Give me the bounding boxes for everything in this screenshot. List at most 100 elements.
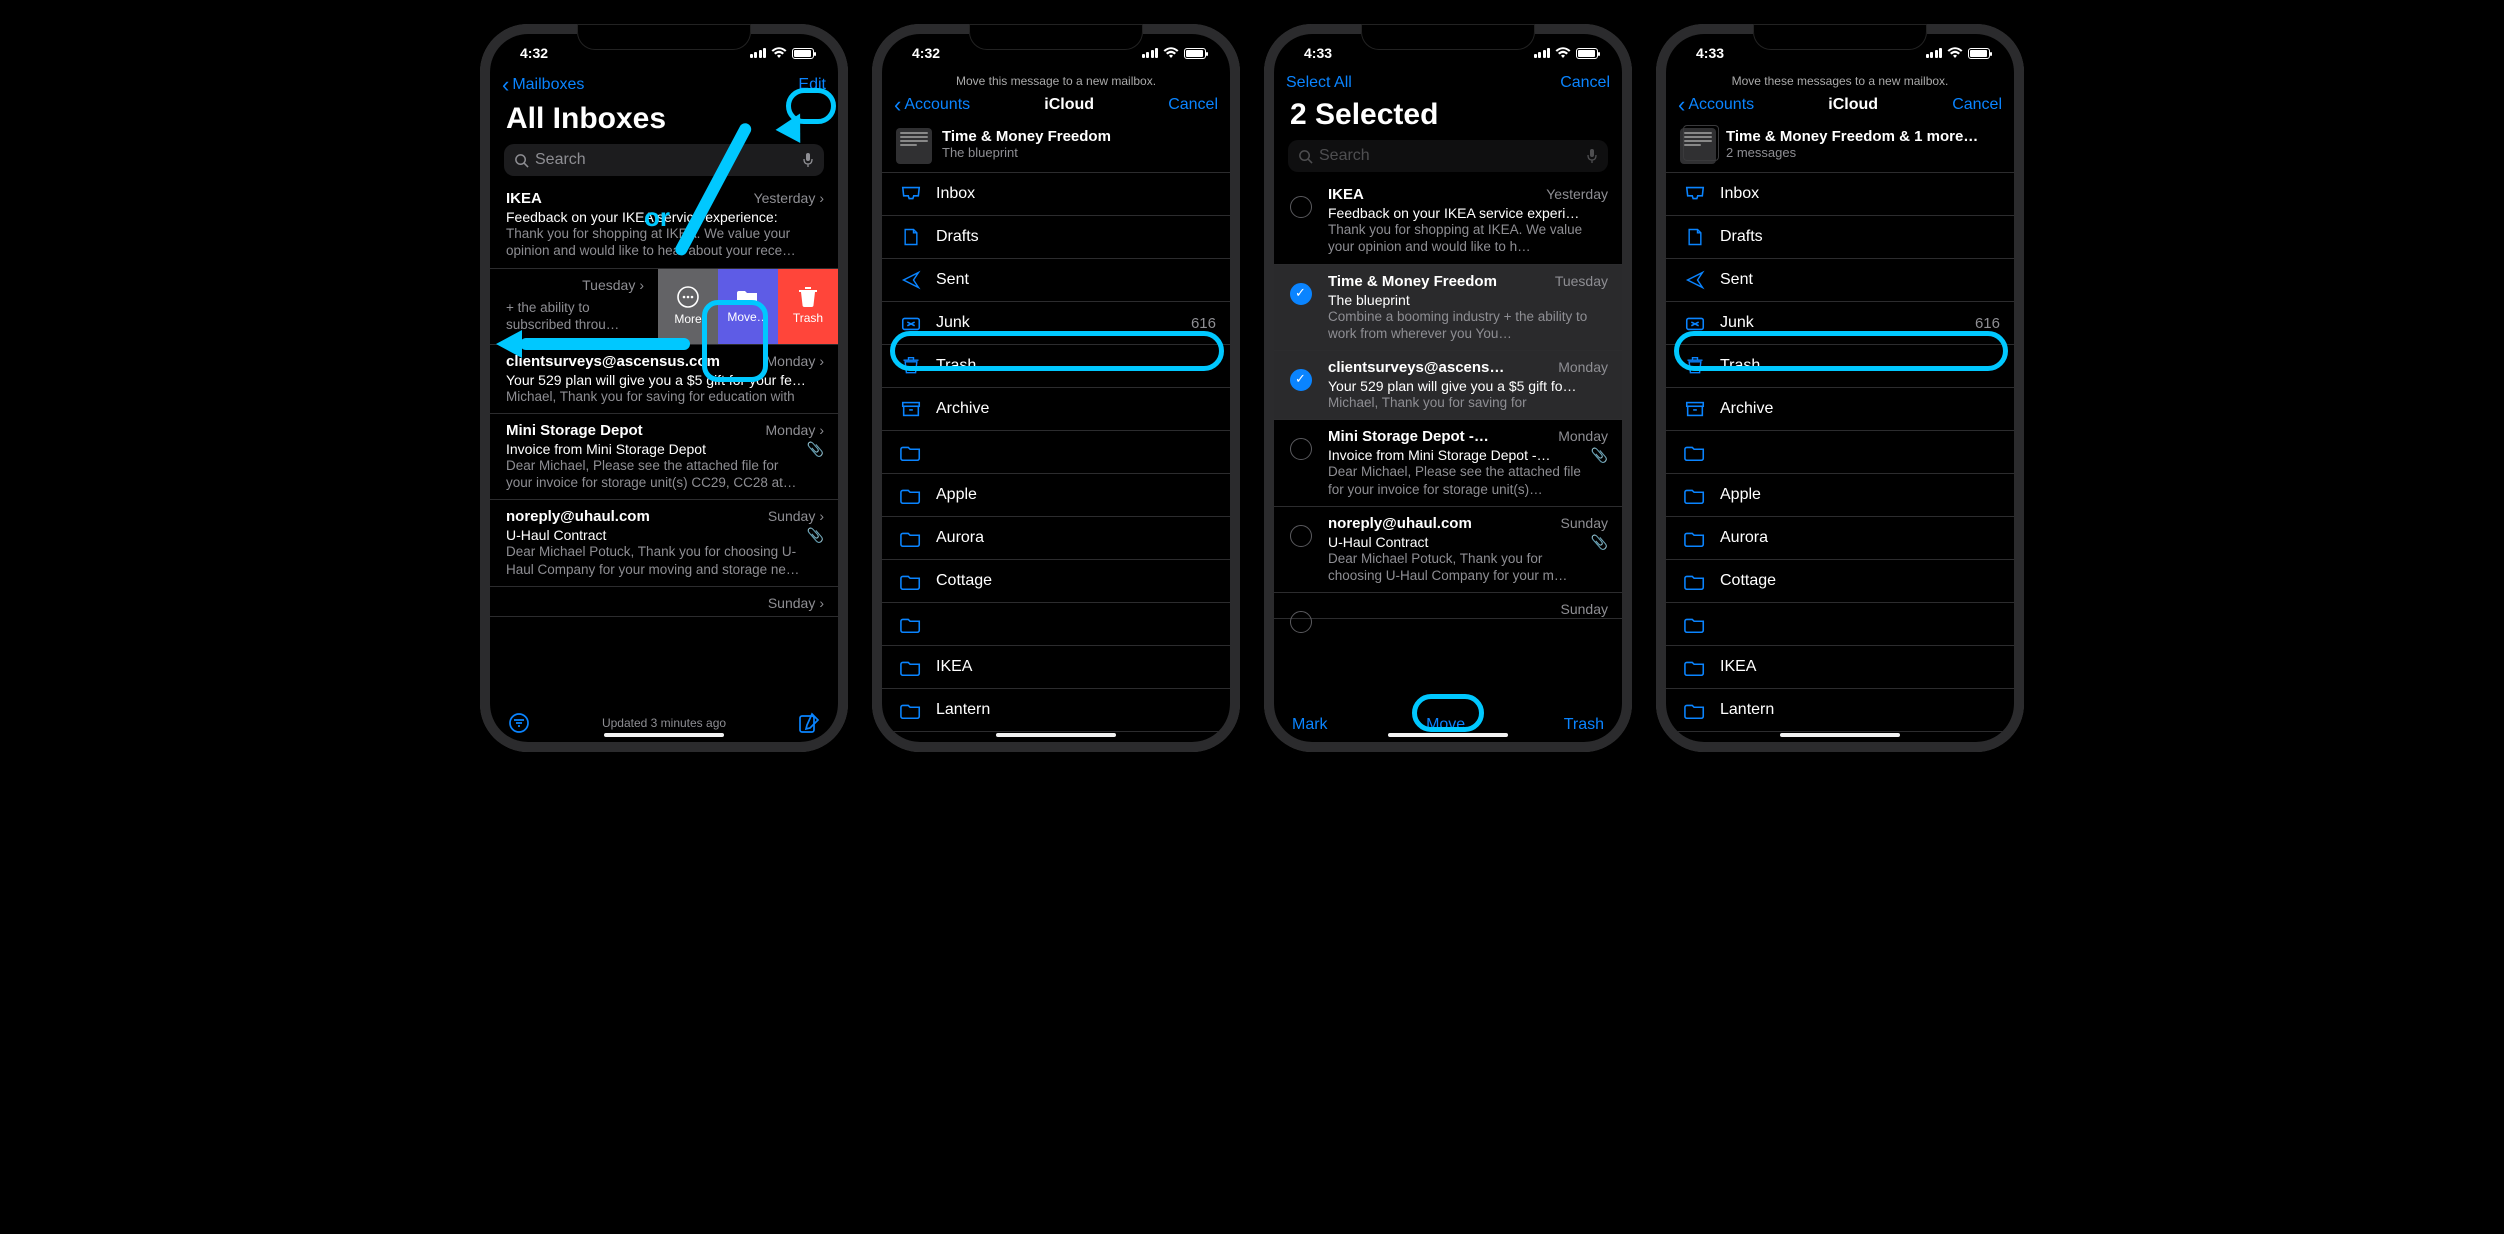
mailbox-lantern[interactable]: Lantern	[882, 689, 1230, 732]
mailbox-folder[interactable]	[1666, 603, 2014, 646]
clock: 4:33	[1696, 45, 1724, 61]
back-button[interactable]: ‹Mailboxes	[502, 74, 584, 96]
select-circle[interactable]	[1290, 283, 1312, 305]
mailbox-ikea[interactable]: IKEA	[1666, 646, 2014, 689]
chevron-right-icon: ›	[639, 277, 644, 293]
mailbox-list[interactable]: InboxDraftsSentJunk616 Trash Archive Apple A…	[882, 173, 1230, 742]
mailbox-trash[interactable]: Trash	[882, 345, 1230, 388]
select-circle[interactable]	[1290, 611, 1312, 633]
mailbox-drafts[interactable]: Drafts	[1666, 216, 2014, 259]
attachment-icon: 📎	[807, 441, 824, 458]
select-circle[interactable]	[1290, 438, 1312, 460]
date: Sunday	[768, 595, 815, 611]
mailbox-label: Aurora	[1720, 529, 1768, 547]
sender: Mini Storage Depot	[506, 422, 643, 439]
notch	[577, 24, 751, 50]
back-label: Mailboxes	[512, 76, 584, 94]
phone-1: 4:32 ‹Mailboxes Edit All Inboxes Search …	[480, 24, 848, 752]
edit-button[interactable]: Edit	[798, 76, 826, 94]
trash-button[interactable]: Trash	[1564, 716, 1604, 734]
mailbox-inbox[interactable]: Inbox	[882, 173, 1230, 216]
cell-signal-icon	[1142, 48, 1159, 58]
mailbox-label: Aurora	[936, 529, 984, 547]
select-circle[interactable]	[1290, 525, 1312, 547]
sender: noreply@uhaul.com	[1328, 515, 1472, 532]
mailbox-label: Lantern	[1720, 701, 1774, 719]
mailbox-folder[interactable]	[882, 603, 1230, 646]
preview: Dear Michael, Please see the attached fi…	[506, 457, 807, 492]
mailbox-aurora[interactable]: Aurora	[1666, 517, 2014, 560]
list-item[interactable]: Mini Storage Depot Monday› Invoice from …	[490, 414, 838, 501]
mailbox-label: Junk	[1720, 314, 1754, 332]
mailbox-junk[interactable]: Junk616	[882, 302, 1230, 345]
cancel-button[interactable]: Cancel	[1952, 96, 2002, 114]
date: Yesterday	[1546, 186, 1608, 202]
mailbox-trash[interactable]: Trash	[1666, 345, 2014, 388]
mailbox-folder[interactable]	[1666, 431, 2014, 474]
mailbox-cottage[interactable]: Cottage	[1666, 560, 2014, 603]
hint-text: Move these messages to a new mailbox.	[1732, 74, 1949, 88]
mailbox-label: IKEA	[936, 658, 972, 676]
mailbox-sent[interactable]: Sent	[882, 259, 1230, 302]
list-item[interactable]: clientsurveys@ascens…MondayYour 529 plan…	[1274, 351, 1622, 420]
attachment-icon: 📎	[1591, 534, 1608, 551]
mailbox-cottage[interactable]: Cottage	[882, 560, 1230, 603]
sender: clientsurveys@ascens…	[1328, 359, 1504, 376]
wifi-icon	[1163, 47, 1179, 59]
mailbox-drafts[interactable]: Drafts	[882, 216, 1230, 259]
search-placeholder: Search	[535, 151, 586, 169]
move-button[interactable]: Move	[1426, 716, 1465, 734]
wifi-icon	[771, 47, 787, 59]
select-circle[interactable]	[1290, 369, 1312, 391]
subject: U-Haul Contract📎	[1328, 534, 1608, 550]
nav-bar: Select All Cancel	[1274, 72, 1622, 96]
cancel-button[interactable]: Cancel	[1168, 96, 1218, 114]
battery-icon	[1184, 48, 1206, 59]
mailbox-archive[interactable]: Archive	[1666, 388, 2014, 431]
list-item[interactable]: Sunday›	[490, 587, 838, 617]
list-item[interactable]: noreply@uhaul.comSundayU-Haul Contract📎D…	[1274, 507, 1622, 594]
home-indicator[interactable]	[996, 733, 1116, 737]
notch	[969, 24, 1143, 50]
mailbox-aurora[interactable]: Aurora	[882, 517, 1230, 560]
home-indicator[interactable]	[604, 733, 724, 737]
list-item[interactable]: IKEAYesterdayFeedback on your IKEA servi…	[1274, 178, 1622, 265]
mailbox-sent[interactable]: Sent	[1666, 259, 2014, 302]
mailbox-list[interactable]: InboxDraftsSent Junk 616 TrashArchive Apple A…	[1666, 173, 2014, 742]
back-button[interactable]: ‹Accounts	[1678, 94, 1754, 116]
mailbox-apple[interactable]: Apple	[1666, 474, 2014, 517]
preview: Thank you for shopping at IKEA. We value…	[1328, 221, 1608, 256]
select-circle[interactable]	[1290, 196, 1312, 218]
mailbox-junk[interactable]: Junk 616	[1666, 302, 2014, 345]
select-all-button[interactable]: Select All	[1286, 74, 1352, 92]
notch	[1361, 24, 1535, 50]
mailbox-archive[interactable]: Archive	[882, 388, 1230, 431]
home-indicator[interactable]	[1780, 733, 1900, 737]
list-item[interactable]: Time & Money FreedomTuesdayThe blueprint…	[1274, 265, 1622, 352]
mailbox-label: Cottage	[1720, 572, 1776, 590]
home-indicator[interactable]	[1388, 733, 1508, 737]
email-list[interactable]: IKEAYesterdayFeedback on your IKEA servi…	[1274, 178, 1622, 706]
back-button[interactable]: ‹Accounts	[894, 94, 970, 116]
mailbox-apple[interactable]: Apple	[882, 474, 1230, 517]
message-thumb-icon	[896, 128, 932, 164]
cancel-button[interactable]: Cancel	[1560, 74, 1610, 92]
mark-button[interactable]: Mark	[1292, 716, 1328, 734]
trash-label: Trash	[793, 311, 823, 325]
mailbox-label: Trash	[936, 357, 976, 375]
compose-icon[interactable]	[798, 712, 820, 734]
subject: Feedback on your IKEA service experi…	[1328, 205, 1608, 221]
list-item[interactable]: noreply@uhaul.com Sunday› U-Haul Contrac…	[490, 500, 838, 587]
mailbox-ikea[interactable]: IKEA	[882, 646, 1230, 689]
subject: Invoice from Mini Storage Depot -…📎	[1328, 447, 1608, 463]
mailbox-inbox[interactable]: Inbox	[1666, 173, 2014, 216]
list-item[interactable]: Sunday	[1274, 593, 1622, 619]
mailbox-folder[interactable]	[882, 431, 1230, 474]
clock: 4:32	[912, 45, 940, 61]
back-label: Accounts	[1688, 96, 1754, 114]
list-item[interactable]: Mini Storage Depot -…MondayInvoice from …	[1274, 420, 1622, 507]
filter-icon[interactable]	[508, 712, 530, 734]
date: Tuesday	[1555, 273, 1608, 289]
junk-count: 616	[1975, 315, 2000, 332]
mailbox-lantern[interactable]: Lantern	[1666, 689, 2014, 732]
